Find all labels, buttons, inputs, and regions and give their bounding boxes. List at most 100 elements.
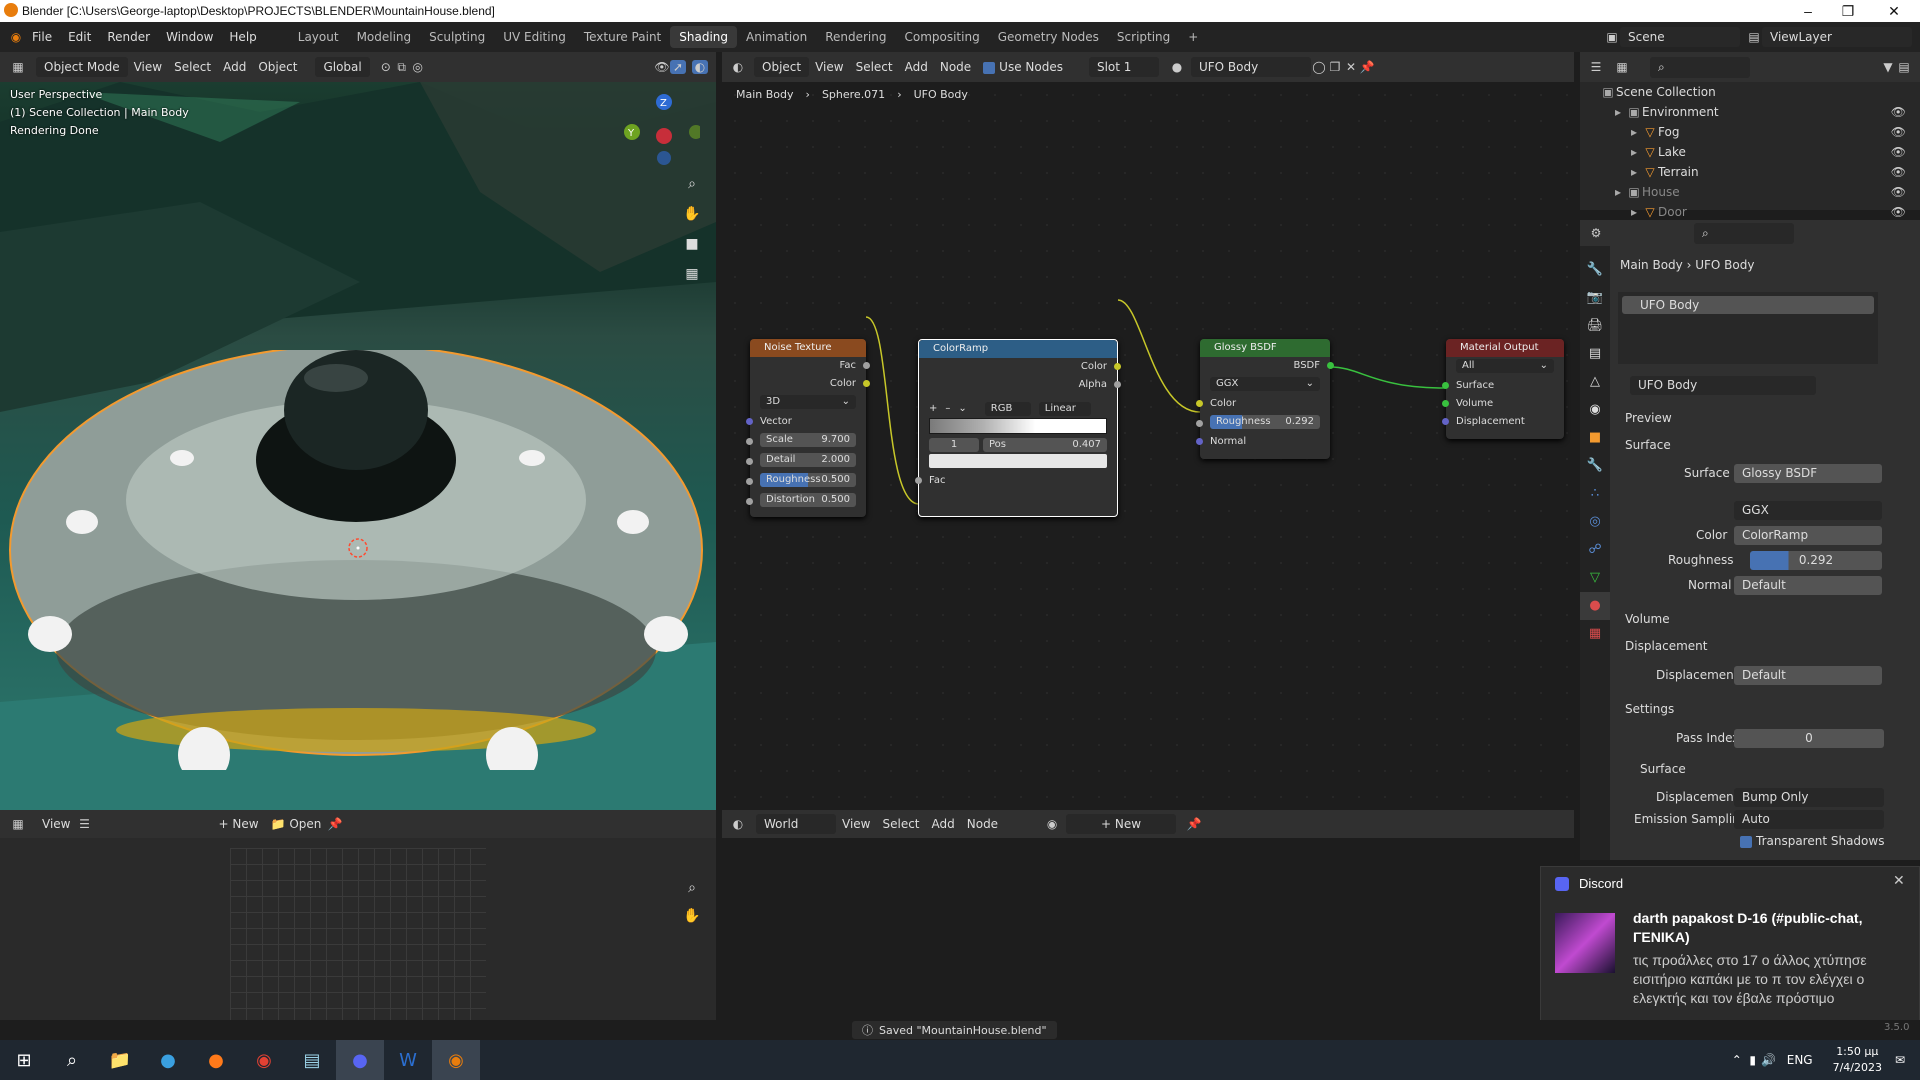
new-world-button[interactable]: + New [1066, 814, 1177, 834]
node-editor-type-icon[interactable]: ◐ [730, 60, 746, 74]
transparent-shadows-checkbox[interactable]: Transparent Shadows [1740, 834, 1884, 848]
ramp-menu-chevron-icon[interactable]: ⌄ [958, 400, 966, 418]
surface-shader-field[interactable]: Glossy BSDF [1734, 464, 1882, 483]
outliner-row[interactable]: ▸ ▣ Environment 👁 [1580, 102, 1920, 122]
material-slot-item[interactable]: UFO Body [1622, 296, 1874, 314]
output-target-dropdown[interactable]: All ⌄ [1456, 359, 1554, 373]
battery-icon[interactable]: ▮ [1745, 1053, 1761, 1067]
modifier-tab-icon[interactable]: 🔧 [1580, 452, 1610, 480]
shader-type-dropdown[interactable]: Object [754, 57, 810, 77]
output-input-surface[interactable]: Surface [1442, 377, 1564, 395]
ufo-object[interactable] [6, 350, 706, 770]
world-type-dropdown[interactable]: World [756, 814, 836, 834]
scene-selector[interactable]: Scene [1620, 27, 1740, 47]
ramp-input-fac[interactable]: Fac [915, 472, 1117, 490]
new-image-button[interactable]: + New [212, 817, 264, 831]
expand-chevron-icon[interactable]: ▸ [1626, 162, 1642, 182]
node-menu-add[interactable]: Add [899, 60, 934, 74]
particles-tab-icon[interactable]: ∴ [1580, 480, 1610, 508]
texture-tab-icon[interactable]: ▦ [1580, 620, 1610, 648]
noise-detail-field[interactable]: Detail 2.000 [760, 453, 856, 467]
word-icon[interactable]: W [384, 1040, 432, 1080]
expand-chevron-icon[interactable]: ▸ [1626, 122, 1642, 142]
render-tab-icon[interactable]: 📷 [1580, 284, 1610, 312]
view-layer-tab-icon[interactable]: ▤ [1580, 340, 1610, 368]
search-icon[interactable]: ⌕ [48, 1040, 96, 1080]
material-slot-list[interactable]: UFO Body [1618, 292, 1878, 364]
outliner-row[interactable]: ▸ ▣ House 👁 [1580, 182, 1920, 202]
glossy-roughness-field[interactable]: Roughness 0.292 [1210, 415, 1320, 429]
image-pan-hand-icon[interactable]: ✋ [680, 904, 704, 928]
node-material-output[interactable]: Material Output All ⌄ Surface Volume Disp… [1442, 339, 1564, 439]
pivot-icon[interactable]: ⊙ [378, 60, 394, 74]
open-image-button[interactable]: 📁 Open [265, 817, 328, 831]
file-explorer-icon[interactable]: 📁 [96, 1040, 144, 1080]
edge-browser-icon[interactable]: ● [144, 1040, 192, 1080]
distribution-dropdown[interactable]: GGX [1734, 501, 1882, 520]
unlink-material-icon[interactable]: ✕ [1343, 60, 1359, 74]
duplicate-material-icon[interactable]: ❐ [1327, 60, 1343, 74]
noise-dimension-dropdown[interactable]: 3D ⌄ [760, 395, 856, 409]
world-menu-add[interactable]: Add [926, 817, 961, 831]
use-nodes-checkbox[interactable]: Use Nodes [977, 60, 1069, 74]
output-node-title[interactable]: Material Output [1446, 339, 1564, 357]
menu-window[interactable]: Window [158, 30, 221, 44]
glossy-input-normal[interactable]: Normal [1196, 433, 1330, 451]
ramp-interpolation-dropdown[interactable]: Linear [1038, 402, 1091, 416]
output-tab-icon[interactable]: 🖨 [1580, 312, 1610, 340]
roughness-slider[interactable]: 0.292 [1750, 551, 1882, 570]
tool-tab-icon[interactable]: 🔧 [1580, 256, 1610, 284]
glossy-output-bsdf[interactable]: BSDF [1200, 357, 1334, 375]
visibility-eye-icon[interactable]: 👁 [1891, 122, 1906, 142]
tab-animation[interactable]: Animation [737, 30, 816, 44]
display-mode-icon[interactable]: ▦ [1614, 60, 1630, 74]
glossy-node-title[interactable]: Glossy BSDF [1200, 339, 1330, 357]
output-input-displacement[interactable]: Displacement [1442, 413, 1564, 431]
maximize-button[interactable]: ❐ [1826, 0, 1870, 22]
world-tab-icon[interactable]: ◉ [1580, 396, 1610, 424]
close-button[interactable]: ✕ [1872, 0, 1916, 22]
noise-output-fac[interactable]: Fac [750, 357, 870, 375]
normal-input-field[interactable]: Default [1734, 576, 1882, 595]
filter-icon[interactable]: ▼ [1880, 60, 1896, 74]
world-pin-icon[interactable]: 📌 [1186, 817, 1202, 831]
world-node-editor[interactable] [722, 838, 1574, 1020]
notepad-icon[interactable]: ▤ [288, 1040, 336, 1080]
world-editor-type-icon[interactable]: ◐ [730, 817, 746, 831]
volume-icon[interactable]: 🔊 [1761, 1053, 1777, 1067]
language-indicator[interactable]: ENG [1787, 1053, 1813, 1067]
ramp-remove-stop-icon[interactable]: – [945, 400, 950, 418]
node-menu-view[interactable]: View [809, 60, 849, 74]
color-input-field[interactable]: ColorRamp [1734, 526, 1882, 545]
visibility-eye-icon[interactable]: 👁 [1891, 202, 1906, 222]
properties-search-input[interactable]: ⌕ [1694, 222, 1794, 244]
hamburger-menu-icon[interactable]: ☰ [76, 817, 92, 831]
expand-chevron-icon[interactable]: ▸ [1626, 202, 1642, 222]
editor-type-icon[interactable]: ▦ [10, 60, 26, 74]
add-workspace-button[interactable]: + [1179, 30, 1207, 44]
section-surface[interactable]: Surface [1625, 438, 1671, 452]
viewport-menu-select[interactable]: Select [168, 60, 217, 74]
viewlayer-selector[interactable]: ViewLayer [1762, 27, 1912, 47]
expand-chevron-icon[interactable]: ▸ [1610, 182, 1626, 202]
fake-user-shield-icon[interactable]: ◯ [1311, 60, 1327, 74]
tab-shading[interactable]: Shading [670, 26, 737, 48]
start-button[interactable]: ⊞ [0, 1040, 48, 1080]
tab-scripting[interactable]: Scripting [1108, 30, 1179, 44]
visibility-eye-icon[interactable]: 👁 [1891, 102, 1906, 122]
pin-icon[interactable]: 📌 [1359, 60, 1375, 74]
tab-rendering[interactable]: Rendering [816, 30, 895, 44]
material-name-field[interactable]: UFO Body [1190, 57, 1311, 77]
data-tab-icon[interactable]: ▽ [1580, 564, 1610, 592]
node-menu-node[interactable]: Node [934, 60, 977, 74]
noise-scale-field[interactable]: Scale 9.700 [760, 433, 856, 447]
image-editor-type-icon[interactable]: ▦ [10, 817, 26, 831]
section-displacement[interactable]: Displacement [1625, 639, 1708, 653]
physics-tab-icon[interactable]: ◎ [1580, 508, 1610, 536]
proportional-icon[interactable]: ◎ [410, 60, 426, 74]
ramp-gradient-bar[interactable] [929, 418, 1107, 434]
noise-distortion-field[interactable]: Distortion 0.500 [760, 493, 856, 507]
tab-compositing[interactable]: Compositing [895, 30, 988, 44]
properties-type-icon[interactable]: ⚙ [1588, 226, 1604, 240]
world-menu-node[interactable]: Node [961, 817, 1004, 831]
